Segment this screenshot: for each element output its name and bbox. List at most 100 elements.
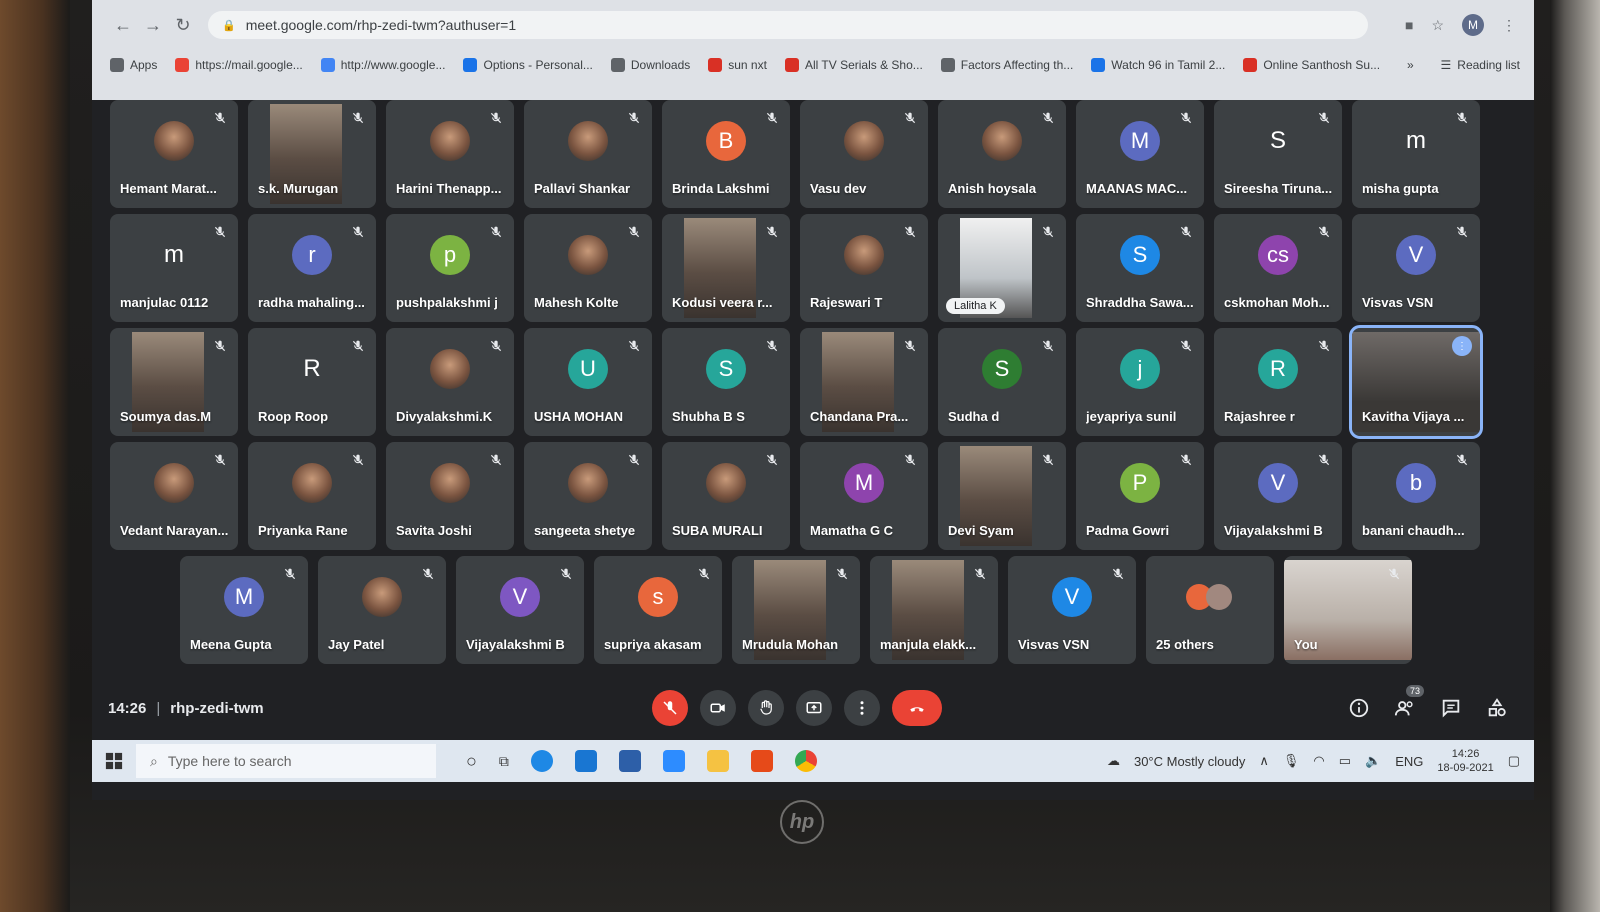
participant-tile[interactable]: R Roop Roop bbox=[248, 328, 376, 436]
camera-button[interactable] bbox=[700, 690, 736, 726]
weather-text[interactable]: 30°C Mostly cloudy bbox=[1134, 754, 1245, 769]
dropbox-icon[interactable] bbox=[618, 750, 641, 772]
people-button[interactable]: 73 bbox=[1392, 685, 1424, 721]
start-button[interactable] bbox=[92, 752, 136, 770]
participant-tile[interactable]: r radha mahaling... bbox=[248, 214, 376, 322]
participant-tile[interactable]: V Vijayalakshmi B bbox=[1214, 442, 1342, 550]
forward-icon[interactable]: → bbox=[138, 15, 168, 36]
zoom-icon[interactable] bbox=[662, 750, 685, 772]
bookmark-item[interactable]: https://mail.google... bbox=[175, 58, 303, 72]
reload-icon[interactable]: ↻ bbox=[168, 15, 198, 36]
weather-icon[interactable]: ☁ bbox=[1107, 753, 1120, 769]
participant-tile[interactable]: Lalitha K bbox=[938, 214, 1066, 322]
more-bookmarks-button[interactable]: » bbox=[1407, 58, 1414, 72]
participant-tile[interactable]: p pushpalakshmi j bbox=[386, 214, 514, 322]
leave-call-button[interactable] bbox=[892, 690, 942, 726]
language-indicator[interactable]: ENG bbox=[1395, 754, 1423, 769]
participant-tile[interactable]: Divyalakshmi.K bbox=[386, 328, 514, 436]
menu-icon[interactable]: ⋮ bbox=[1502, 17, 1516, 34]
notifications-icon[interactable]: ▢ bbox=[1508, 753, 1520, 769]
edge-icon[interactable] bbox=[530, 750, 553, 772]
mic-off-button[interactable] bbox=[652, 690, 688, 726]
participant-tile[interactable]: S Shraddha Sawa... bbox=[1076, 214, 1204, 322]
participant-tile[interactable]: Chandana Pra... bbox=[800, 328, 928, 436]
participant-tile[interactable]: j jeyapriya sunil bbox=[1076, 328, 1204, 436]
chrome-icon[interactable] bbox=[794, 750, 817, 772]
address-bar[interactable]: 🔒 meet.google.com/rhp-zedi-twm?authuser=… bbox=[208, 11, 1368, 39]
task-view-icon[interactable]: ⧉ bbox=[499, 753, 509, 770]
participant-tile[interactable]: Devi Syam bbox=[938, 442, 1066, 550]
participant-tile[interactable]: Mahesh Kolte bbox=[524, 214, 652, 322]
cortana-icon[interactable]: ○ bbox=[466, 751, 477, 772]
wifi-icon[interactable]: ◠ bbox=[1313, 753, 1324, 769]
participant-tile[interactable]: V Vijayalakshmi B bbox=[456, 556, 584, 664]
participant-tile[interactable]: s supriya akasam bbox=[594, 556, 722, 664]
participant-tile[interactable]: M Meena Gupta bbox=[180, 556, 308, 664]
activities-button[interactable] bbox=[1484, 695, 1510, 721]
camera-icon[interactable]: ■ bbox=[1405, 17, 1413, 33]
bookmark-item[interactable]: Apps bbox=[110, 58, 157, 72]
participant-tile[interactable]: b banani chaudh... bbox=[1352, 442, 1480, 550]
participant-tile[interactable]: Vasu dev bbox=[800, 100, 928, 208]
taskbar-search[interactable]: ⌕ Type here to search bbox=[136, 744, 436, 778]
participant-tile[interactable]: 25 others bbox=[1146, 556, 1274, 664]
participant-tile[interactable]: S Shubha B S bbox=[662, 328, 790, 436]
participant-tile[interactable]: M Mamatha G C bbox=[800, 442, 928, 550]
participant-tile[interactable]: P Padma Gowri bbox=[1076, 442, 1204, 550]
participant-tile[interactable]: You bbox=[1284, 556, 1412, 664]
participant-tile[interactable]: Savita Joshi bbox=[386, 442, 514, 550]
bookmark-item[interactable]: All TV Serials & Sho... bbox=[784, 58, 923, 72]
battery-icon[interactable]: ▭ bbox=[1339, 753, 1351, 769]
reading-list-button[interactable]: ☰ Reading list bbox=[1441, 58, 1534, 72]
participant-tile[interactable]: R Rajashree r bbox=[1214, 328, 1342, 436]
participant-tile[interactable]: B Brinda Lakshmi bbox=[662, 100, 790, 208]
participant-tile[interactable]: Pallavi Shankar bbox=[524, 100, 652, 208]
participant-tile[interactable]: M MAANAS MAC... bbox=[1076, 100, 1204, 208]
participant-tile[interactable]: Hemant Marat... bbox=[110, 100, 238, 208]
participant-tile[interactable]: cs cskmohan Moh... bbox=[1214, 214, 1342, 322]
office-icon[interactable] bbox=[750, 750, 773, 772]
file-explorer-icon[interactable] bbox=[706, 750, 729, 772]
present-screen-button[interactable] bbox=[796, 690, 832, 726]
participant-tile[interactable]: sangeeta shetye bbox=[524, 442, 652, 550]
participant-tile[interactable]: s.k. Murugan bbox=[248, 100, 376, 208]
participant-tile[interactable]: SUBA MURALI bbox=[662, 442, 790, 550]
taskbar-clock[interactable]: 14:26 18-09-2021 bbox=[1437, 747, 1493, 775]
participant-tile[interactable]: Rajeswari T bbox=[800, 214, 928, 322]
bookmark-item[interactable]: Online Santhosh Su... bbox=[1243, 58, 1380, 72]
meeting-details-button[interactable] bbox=[1346, 695, 1372, 721]
participant-tile[interactable]: Jay Patel bbox=[318, 556, 446, 664]
participant-tile[interactable]: m misha gupta bbox=[1352, 100, 1480, 208]
bookmark-item[interactable]: sun nxt bbox=[708, 58, 767, 72]
participant-tile[interactable]: U USHA MOHAN bbox=[524, 328, 652, 436]
participant-tile[interactable]: Anish hoysala bbox=[938, 100, 1066, 208]
chevron-up-icon[interactable]: ∧ bbox=[1259, 753, 1269, 769]
bookmark-item[interactable]: Factors Affecting th... bbox=[940, 58, 1073, 72]
participant-tile[interactable]: Mrudula Mohan bbox=[732, 556, 860, 664]
participant-tile[interactable]: S Sireesha Tiruna... bbox=[1214, 100, 1342, 208]
participant-tile[interactable]: Harini Thenapp... bbox=[386, 100, 514, 208]
bookmark-item[interactable]: Watch 96 in Tamil 2... bbox=[1091, 58, 1225, 72]
bookmark-item[interactable]: Options - Personal... bbox=[463, 58, 593, 72]
participant-tile[interactable]: V Visvas VSN bbox=[1008, 556, 1136, 664]
store-icon[interactable] bbox=[574, 750, 597, 772]
participant-tile[interactable]: manjula elakk... bbox=[870, 556, 998, 664]
participant-tile[interactable]: V Visvas VSN bbox=[1352, 214, 1480, 322]
bookmark-item[interactable]: http://www.google... bbox=[320, 58, 445, 72]
bookmark-item[interactable]: Downloads bbox=[610, 58, 690, 72]
back-icon[interactable]: ← bbox=[108, 15, 138, 36]
participant-tile[interactable]: m manjulac 0112 bbox=[110, 214, 238, 322]
volume-icon[interactable]: 🔈 bbox=[1365, 753, 1381, 769]
participant-tile[interactable]: Soumya das.M bbox=[110, 328, 238, 436]
star-icon[interactable]: ☆ bbox=[1431, 17, 1444, 34]
more-options-button[interactable] bbox=[844, 690, 880, 726]
profile-avatar[interactable]: M bbox=[1462, 14, 1484, 36]
participant-initial-avatar: M bbox=[1120, 121, 1160, 162]
chat-button[interactable] bbox=[1438, 695, 1464, 721]
participant-tile[interactable]: S Sudha d bbox=[938, 328, 1066, 436]
participant-tile[interactable]: Priyanka Rane bbox=[248, 442, 376, 550]
raise-hand-button[interactable] bbox=[748, 690, 784, 726]
participant-tile[interactable]: Vedant Narayan... bbox=[110, 442, 238, 550]
participant-tile[interactable]: Kavitha Vijaya ... ⋮ bbox=[1349, 325, 1483, 439]
participant-tile[interactable]: Kodusi veera r... bbox=[662, 214, 790, 322]
